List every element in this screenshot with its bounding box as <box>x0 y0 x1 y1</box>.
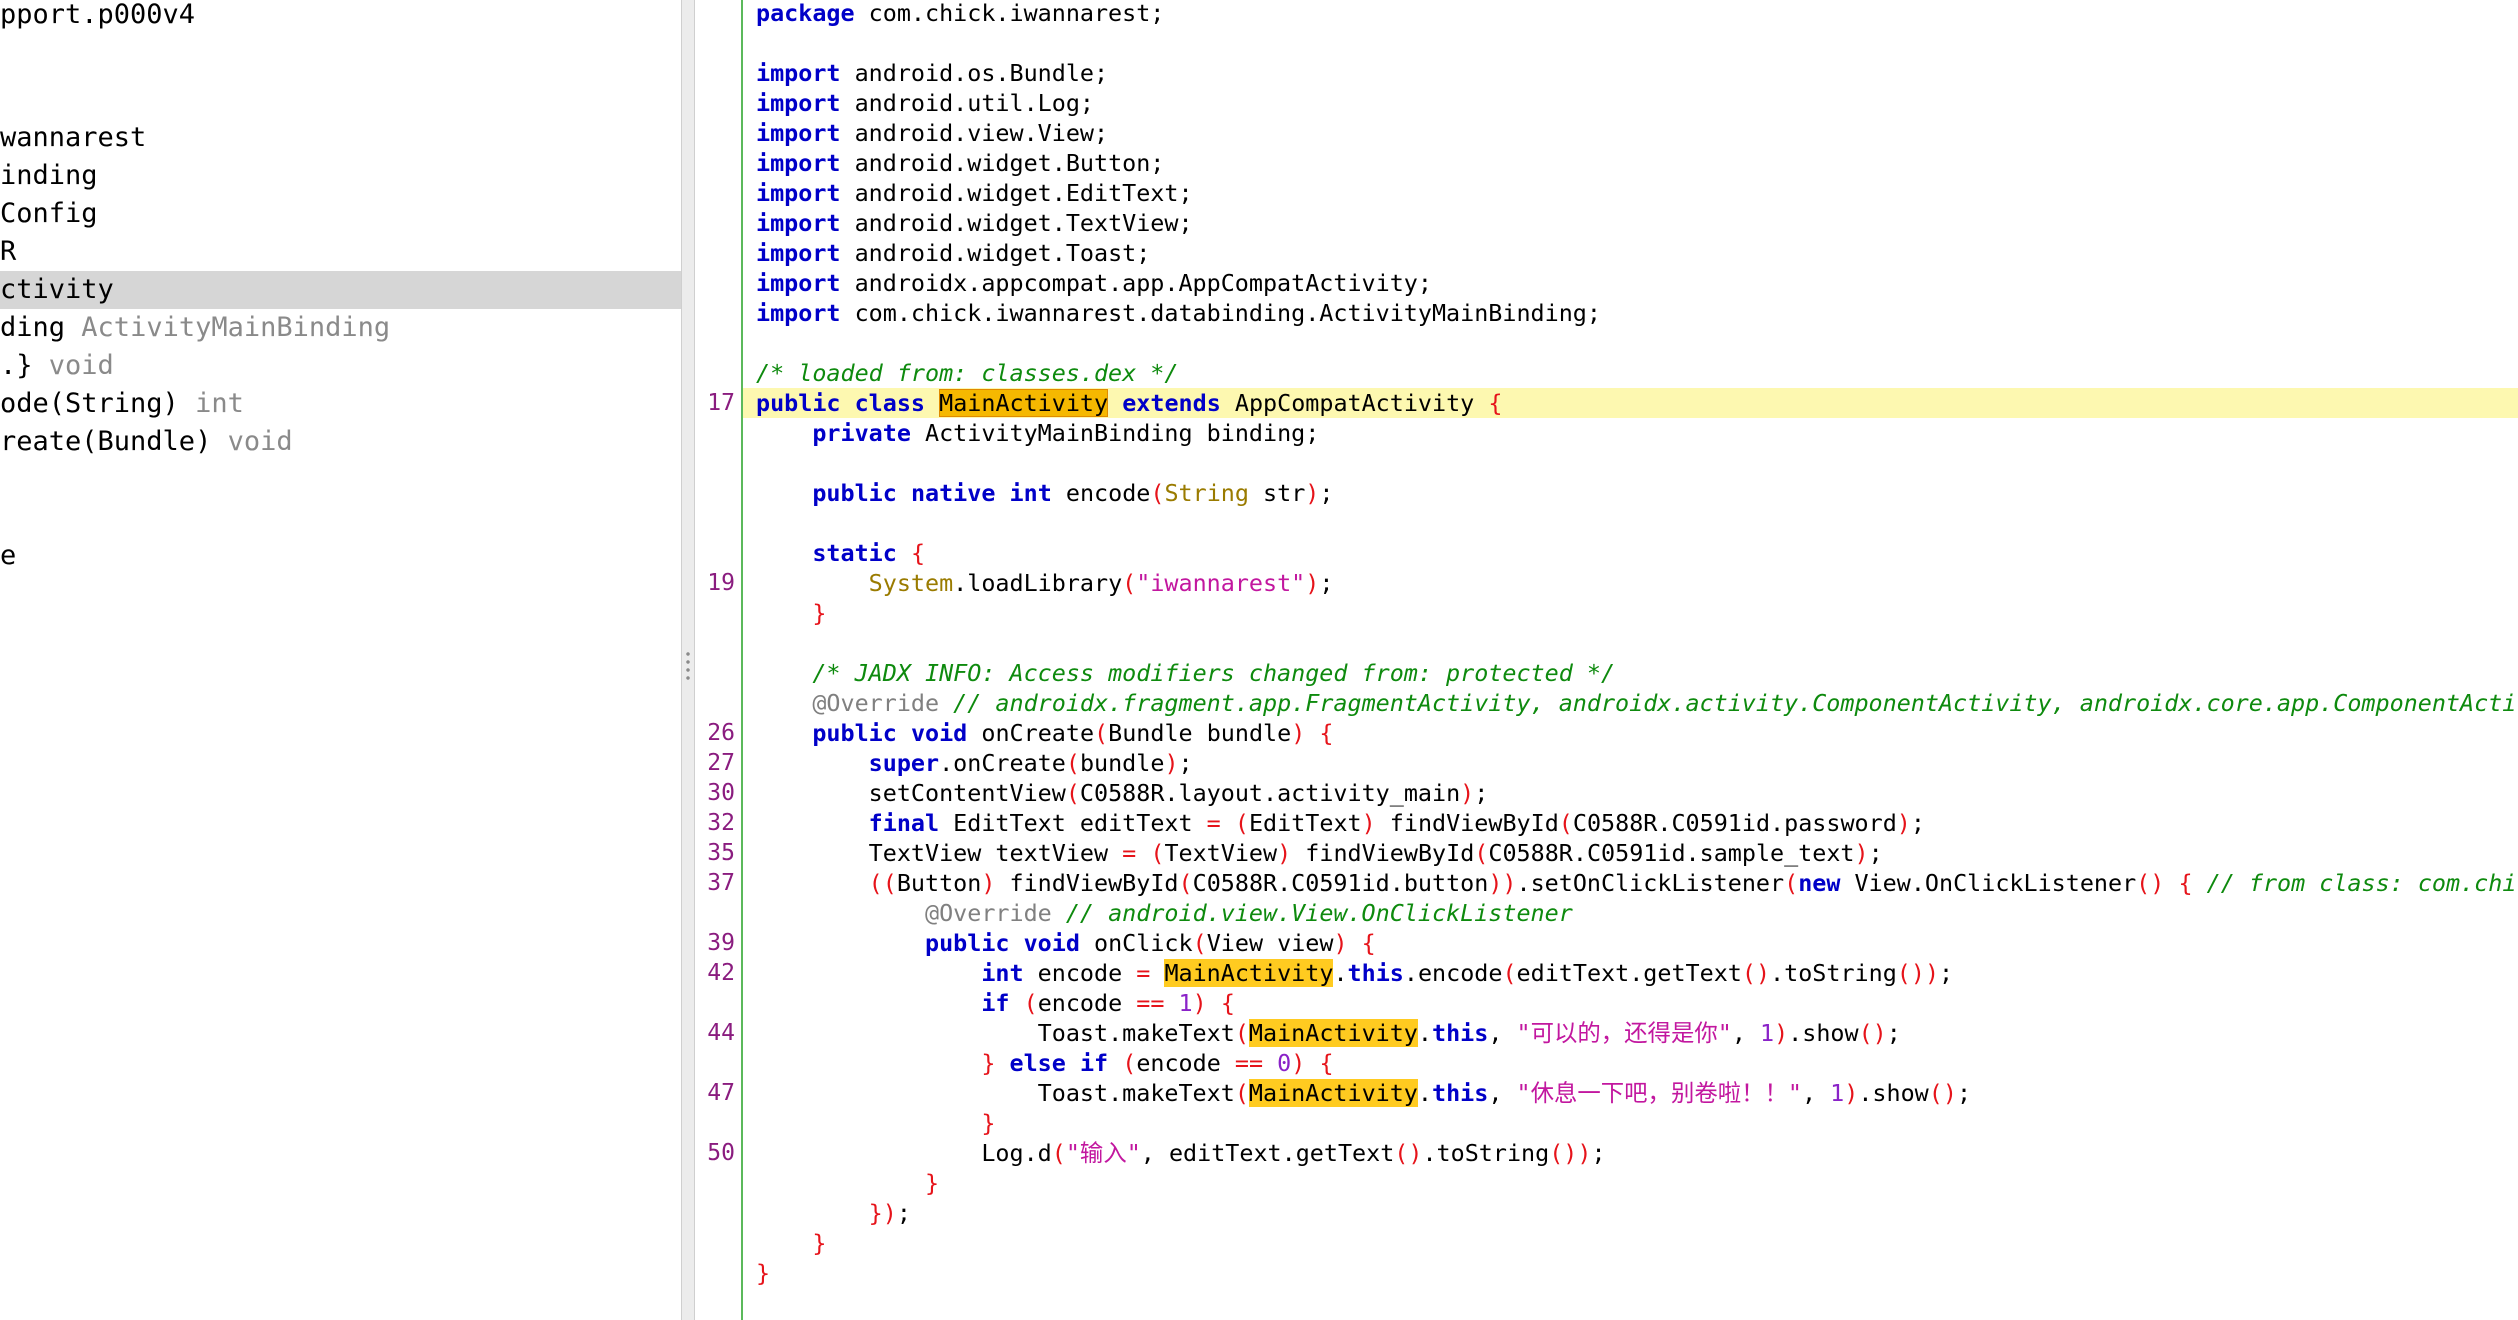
tree-item-iwannarest-package[interactable]: wannarest <box>0 119 681 157</box>
line-number: 50 <box>707 1140 735 1166</box>
code-line: } <box>981 1109 996 1137</box>
line-number: 42 <box>707 960 735 986</box>
tree-item-buildconfig[interactable]: Config <box>0 195 681 233</box>
line-number-gutter: 17 19 26 27 30 32 35 37 39 42 44 47 50 <box>695 0 743 1320</box>
code-line: import android.widget.EditText; <box>756 179 1193 207</box>
code-line: } else if (encode == 0) { <box>981 1049 1334 1077</box>
line-number: 26 <box>707 720 735 746</box>
tree-item-support-package[interactable]: pport.p000v4 <box>0 0 681 34</box>
tree-item-oncreate-method[interactable]: reate(Bundle) void <box>0 423 681 461</box>
code-line: @Override // androidx.fragment.app.Fragm… <box>812 689 2518 717</box>
tree-item-r[interactable]: R <box>0 233 681 271</box>
code-line: Log.d("输入", editText.getText().toString(… <box>981 1139 1606 1167</box>
tree-item-binding-field[interactable]: ding ActivityMainBinding <box>0 309 681 347</box>
tree-item-label: inding <box>0 160 98 191</box>
tree-item-label: wannarest <box>0 122 147 153</box>
tree-item-label: R <box>0 236 17 267</box>
code-line: } <box>812 1229 827 1257</box>
class-name-occurrence: MainActivity <box>1248 1079 1418 1107</box>
code-line: super.onCreate(bundle); <box>868 749 1193 777</box>
code-line: int encode = MainActivity.this.encode(ed… <box>981 959 1954 987</box>
line-number: 44 <box>707 1020 735 1046</box>
tree-item-label: pport.p000v4 <box>0 0 196 30</box>
code-line: TextView textView = (TextView) findViewB… <box>868 839 1883 867</box>
code-line: public class MainActivity extends AppCom… <box>756 389 1503 417</box>
line-number: 19 <box>707 570 735 596</box>
tree-item-label: ode(String) <box>0 388 179 419</box>
line-number: 47 <box>707 1080 735 1106</box>
tree-item-label: ctivity <box>0 274 114 305</box>
code-line: final EditText editText = (EditText) fin… <box>868 809 1925 837</box>
tree-item-signature: ActivityMainBinding <box>81 312 391 343</box>
line-number: 39 <box>707 930 735 956</box>
line-number: 17 <box>707 390 735 416</box>
code-line: import android.widget.TextView; <box>756 209 1193 237</box>
code-line: @Override // android.view.View.OnClickLi… <box>925 899 1573 927</box>
code-line: public void onClick(View view) { <box>925 929 1376 957</box>
code-line: Toast.makeText(MainActivity.this, "休息一下吧… <box>1037 1079 1972 1107</box>
tree-item-databinding[interactable]: inding <box>0 157 681 195</box>
code-line: package com.chick.iwannarest; <box>756 0 1165 27</box>
tree-item-signature: void <box>227 426 293 457</box>
code-line: /* JADX INFO: Access modifiers changed f… <box>812 659 1616 687</box>
tree-item-encode-method[interactable]: ode(String) int <box>0 385 681 423</box>
code-line: System.loadLibrary("iwannarest"); <box>868 569 1334 597</box>
line-number: 37 <box>707 870 735 896</box>
panel-splitter[interactable] <box>681 0 695 1320</box>
code-line: import com.chick.iwannarest.databinding.… <box>756 299 1601 327</box>
code-line: } <box>925 1169 940 1197</box>
class-name-occurrence: MainActivity <box>1248 1019 1418 1047</box>
code-editor[interactable]: package com.chick.iwannarest; import and… <box>743 0 2518 1320</box>
code-line: private ActivityMainBinding binding; <box>812 419 1320 447</box>
tree-item-label: reate(Bundle) <box>0 426 212 457</box>
code-line: if (encode == 1) { <box>981 989 1235 1017</box>
tree-item-label: Config <box>0 198 98 229</box>
line-number: 30 <box>707 780 735 806</box>
tree-item-label: ding <box>0 312 66 343</box>
selected-class-name: MainActivity <box>939 389 1109 417</box>
code-line: import android.widget.Button; <box>756 149 1165 177</box>
code-line: ((Button) findViewById(C0588R.C0591id.bu… <box>868 869 2518 897</box>
code-line: public void onCreate(Bundle bundle) { <box>812 719 1334 747</box>
tree-item-label: .} <box>0 350 33 381</box>
code-line: import android.widget.Toast; <box>756 239 1151 267</box>
code-line: } <box>812 599 827 627</box>
tree-item-static-init[interactable]: .} void <box>0 347 681 385</box>
code-line: import android.os.Bundle; <box>756 59 1109 87</box>
code-line: static { <box>812 539 926 567</box>
code-line: }); <box>868 1199 911 1227</box>
line-number: 35 <box>707 840 735 866</box>
code-line: import android.util.Log; <box>756 89 1094 117</box>
line-number: 27 <box>707 750 735 776</box>
code-line: public native int encode(String str); <box>812 479 1334 507</box>
code-line: import androidx.appcompat.app.AppCompatA… <box>756 269 1432 297</box>
code-line: setContentView(C0588R.layout.activity_ma… <box>868 779 1489 807</box>
code-line: } <box>756 1259 771 1287</box>
code-line: /* loaded from: classes.dex */ <box>756 359 1179 387</box>
drag-handle-icon <box>686 650 690 680</box>
class-name-occurrence: MainActivity <box>1164 959 1334 987</box>
project-tree-panel: pport.p000v4 wannarest inding Config R c… <box>0 0 681 1320</box>
tree-item-mainactivity[interactable]: ctivity <box>0 271 681 309</box>
code-line: Toast.makeText(MainActivity.this, "可以的，还… <box>1037 1019 1901 1047</box>
tree-item-label: e <box>0 540 17 571</box>
tree-item-e[interactable]: e <box>0 537 681 575</box>
code-line: import android.view.View; <box>756 119 1109 147</box>
tree-item-signature: int <box>195 388 244 419</box>
line-number: 32 <box>707 810 735 836</box>
tree-item-signature: void <box>48 350 114 381</box>
